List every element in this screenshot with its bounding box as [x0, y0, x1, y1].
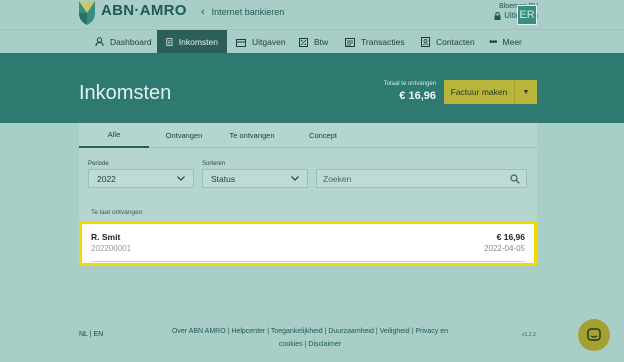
create-invoice-button[interactable]: Factuur maken — [444, 80, 514, 104]
top-header: ABN·AMRO ‹ Internet bankieren Bloemen BV… — [0, 0, 624, 29]
document-icon — [166, 38, 173, 46]
invoice-contact-name: R. Smit — [91, 232, 121, 242]
dashboard-icon — [95, 37, 104, 47]
footer-separator: | — [324, 328, 327, 335]
nav-label-transacties: Transacties — [361, 37, 405, 47]
footer-links: Over ABN AMRO | Helpcenter | Toegankelij… — [160, 325, 460, 351]
abn-amro-logo[interactable]: ABN·AMRO — [78, 1, 187, 25]
nav-item-meer[interactable]: ••• Meer — [480, 30, 531, 54]
page-title: Inkomsten — [79, 82, 172, 104]
tax-icon — [299, 37, 308, 47]
chat-icon — [587, 328, 601, 341]
chat-button[interactable] — [578, 319, 610, 351]
total-label: Totaal te ontvangen — [383, 81, 436, 87]
chevron-down-icon — [177, 176, 185, 181]
section-label-overdue: Te laat ontvangen — [91, 209, 143, 216]
tab-alle[interactable]: Alle — [79, 123, 149, 148]
footer-link-veiligheid[interactable]: Veiligheid — [380, 328, 410, 335]
search-input[interactable] — [323, 173, 503, 184]
search-field — [316, 169, 527, 188]
nav-item-btw[interactable]: Btw — [290, 30, 337, 54]
nav-item-contacten[interactable]: Contacten — [412, 30, 484, 54]
search-icon[interactable] — [510, 173, 520, 184]
invoice-amount: € 16,96 — [496, 232, 525, 242]
list-icon — [345, 37, 355, 47]
language-switcher: NL | EN — [79, 331, 103, 338]
wallet-icon — [236, 38, 246, 47]
footer-link-helpcenter[interactable]: Helpcenter — [231, 328, 265, 335]
invoice-row[interactable]: R. Smit 202200001 € 16,96 2022-04-05 — [79, 221, 537, 266]
chevron-left-icon: ‹ — [201, 6, 205, 18]
sort-select[interactable]: Status — [202, 169, 308, 188]
back-to-internet-banking-link[interactable]: ‹ Internet bankieren — [201, 6, 284, 18]
shield-logo-icon — [79, 1, 95, 25]
tab-concept[interactable]: Concept — [292, 123, 354, 148]
back-link-label: Internet bankieren — [211, 7, 285, 17]
footer-separator: | — [267, 328, 270, 335]
main-nav: Dashboard Inkomsten Uitgaven Btw Transac… — [0, 29, 624, 54]
invoice-number: 202200001 — [91, 244, 132, 253]
create-invoice-button-group: Factuur maken ▼ — [444, 80, 537, 104]
tab-te-ontvangen[interactable]: Te ontvangen — [221, 123, 283, 148]
lang-separator: | — [89, 331, 92, 338]
app-version: v1.2.3 — [522, 332, 536, 338]
contacts-icon — [421, 37, 430, 47]
sort-value: Status — [211, 173, 236, 184]
avatar[interactable]: ER — [517, 5, 537, 25]
invoice-date: 2022-04-05 — [484, 244, 525, 253]
nav-label-uitgaven: Uitgaven — [252, 37, 286, 47]
footer-separator: | — [304, 341, 307, 348]
nav-item-inkomsten[interactable]: Inkomsten — [157, 30, 227, 54]
logo-text: ABN·AMRO — [101, 1, 187, 19]
nav-label-contacten: Contacten — [436, 37, 475, 47]
footer-link-duurzaamheid[interactable]: Duurzaamheid — [328, 328, 374, 335]
footer-separator: | — [227, 328, 230, 335]
footer-link-toegankelijkheid[interactable]: Toegankelijkheid — [271, 328, 323, 335]
total-value: € 16,96 — [399, 90, 436, 102]
nav-label-btw: Btw — [314, 37, 329, 47]
footer-separator: | — [411, 328, 414, 335]
row-divider — [91, 261, 525, 262]
create-invoice-dropdown-button[interactable]: ▼ — [514, 80, 537, 104]
period-label: Periode — [88, 161, 109, 167]
lang-nl[interactable]: NL — [79, 331, 88, 338]
nav-item-dashboard[interactable]: Dashboard — [86, 30, 161, 54]
lock-icon — [494, 11, 501, 20]
caret-down-icon: ▼ — [522, 88, 530, 96]
more-icon: ••• — [489, 36, 497, 48]
nav-label-inkomsten: Inkomsten — [178, 37, 218, 47]
nav-label-meer: Meer — [502, 37, 522, 47]
nav-item-transacties[interactable]: Transacties — [336, 30, 414, 54]
period-value: 2022 — [97, 173, 116, 184]
invoice-tabs: Alle Ontvangen Te ontvangen Concept — [79, 123, 537, 148]
nav-item-uitgaven[interactable]: Uitgaven — [227, 30, 295, 54]
nav-label-dashboard: Dashboard — [110, 37, 152, 47]
lang-en[interactable]: EN — [93, 331, 103, 338]
period-select[interactable]: 2022 — [88, 169, 194, 188]
tab-ontvangen[interactable]: Ontvangen — [153, 123, 215, 148]
footer-link-disclaimer[interactable]: Disclaimer — [308, 341, 341, 348]
chevron-down-icon — [291, 176, 299, 181]
footer-link-over-abn-amro[interactable]: Over ABN AMRO — [172, 328, 226, 335]
sort-label: Sorteren — [202, 161, 226, 167]
footer-separator: | — [375, 328, 378, 335]
